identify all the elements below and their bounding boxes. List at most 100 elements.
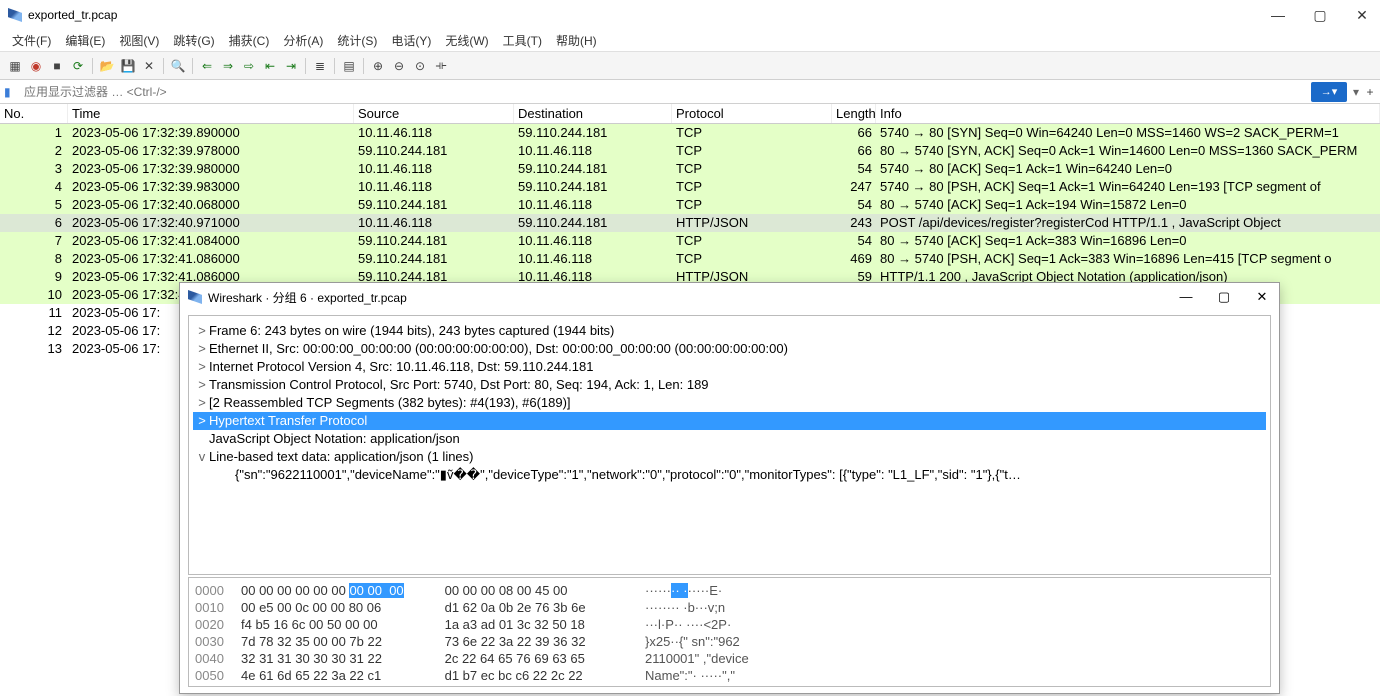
menu-item[interactable]: 编辑(E) (59, 30, 111, 51)
col-header-source[interactable]: Source (354, 104, 514, 123)
packet-row[interactable]: 62023-05-06 17:32:40.97100010.11.46.1185… (0, 214, 1380, 232)
display-filter-input[interactable] (18, 83, 1311, 101)
filter-dropdown-icon[interactable]: ▾ (1349, 85, 1363, 99)
menu-item[interactable]: 帮助(H) (550, 30, 603, 51)
stop-capture-icon[interactable]: ■ (48, 57, 66, 75)
filter-add-button[interactable]: + (1363, 85, 1377, 99)
tree-row[interactable]: >Hypertext Transfer Protocol (193, 412, 1266, 430)
col-header-time[interactable]: Time (68, 104, 354, 123)
col-header-destination[interactable]: Destination (514, 104, 672, 123)
cell: 1 (0, 124, 68, 142)
go-to-icon[interactable]: ⇨ (240, 57, 258, 75)
go-forward-icon[interactable]: ⇒ (219, 57, 237, 75)
cell: 5 (0, 196, 68, 214)
hex-row[interactable]: 00504e 61 6d 65 22 3a 22 c1 d1 b7 ec bc … (195, 667, 1264, 684)
menu-item[interactable]: 工具(T) (497, 30, 548, 51)
menu-item[interactable]: 捕获(C) (223, 30, 276, 51)
protocol-tree[interactable]: >Frame 6: 243 bytes on wire (1944 bits),… (188, 315, 1271, 575)
save-file-icon[interactable]: 💾 (119, 57, 137, 75)
menu-item[interactable]: 视图(V) (113, 30, 165, 51)
tree-caret-icon[interactable]: v (195, 448, 209, 466)
tree-row[interactable]: >Internet Protocol Version 4, Src: 10.11… (193, 358, 1266, 376)
cell: 66 (832, 142, 876, 160)
open-file-icon[interactable]: 📂 (98, 57, 116, 75)
cell: 2 (0, 142, 68, 160)
tree-row[interactable]: >[2 Reassembled TCP Segments (382 bytes)… (193, 394, 1266, 412)
auto-scroll-icon[interactable]: ≣ (311, 57, 329, 75)
zoom-in-icon[interactable]: ⊕ (369, 57, 387, 75)
hex-row[interactable]: 00307d 78 32 35 00 00 7b 22 73 6e 22 3a … (195, 633, 1264, 650)
zoom-out-icon[interactable]: ⊖ (390, 57, 408, 75)
hex-row[interactable]: 000000 00 00 00 00 00 00 00 00 00 00 00 … (195, 582, 1264, 599)
restart-capture-icon[interactable]: ⟳ (69, 57, 87, 75)
resize-columns-icon[interactable]: ⟛ (432, 57, 450, 75)
close-file-icon[interactable]: ✕ (140, 57, 158, 75)
menu-item[interactable]: 统计(S) (331, 30, 383, 51)
tree-label: Line-based text data: application/json (… (209, 448, 474, 466)
tree-caret-icon[interactable]: > (195, 376, 209, 394)
go-first-icon[interactable]: ⇤ (261, 57, 279, 75)
hex-row[interactable]: 0020f4 b5 16 6c 00 50 00 00 1a a3 ad 01 … (195, 616, 1264, 633)
tree-row[interactable]: JavaScript Object Notation: application/… (193, 430, 1266, 448)
cell: 2023-05-06 17:32:41.086000 (68, 250, 354, 268)
tree-caret-icon[interactable]: > (195, 412, 209, 430)
packet-row[interactable]: 12023-05-06 17:32:39.89000010.11.46.1185… (0, 124, 1380, 142)
hex-row[interactable]: 004032 31 31 30 30 30 31 22 2c 22 64 65 … (195, 650, 1264, 667)
menu-item[interactable]: 文件(F) (6, 30, 57, 51)
detail-close-button[interactable]: ✕ (1253, 289, 1271, 305)
cell: 10.11.46.118 (354, 214, 514, 232)
tree-label: Internet Protocol Version 4, Src: 10.11.… (209, 358, 593, 376)
menu-item[interactable]: 分析(A) (277, 30, 329, 51)
col-header-protocol[interactable]: Protocol (672, 104, 832, 123)
tree-label: [2 Reassembled TCP Segments (382 bytes):… (209, 394, 571, 412)
packet-row[interactable]: 52023-05-06 17:32:40.06800059.110.244.18… (0, 196, 1380, 214)
tree-label: {"sn":"9622110001","deviceName":"▮ṽ��","… (235, 466, 1021, 484)
find-icon[interactable]: 🔍 (169, 57, 187, 75)
menu-item[interactable]: 跳转(G) (167, 30, 220, 51)
packet-row[interactable]: 22023-05-06 17:32:39.97800059.110.244.18… (0, 142, 1380, 160)
cell: 10.11.46.118 (354, 124, 514, 142)
col-header-info[interactable]: Info (876, 104, 1380, 123)
tree-caret-icon[interactable]: > (195, 394, 209, 412)
tree-caret-icon[interactable]: > (195, 340, 209, 358)
interfaces-icon[interactable]: ▦ (6, 57, 24, 75)
tree-caret-icon[interactable]: > (195, 358, 209, 376)
cell: 10.11.46.118 (514, 250, 672, 268)
cell: 80 → 5740 [ACK] Seq=1 Ack=194 Win=15872 … (876, 196, 1380, 214)
close-button[interactable]: ✕ (1352, 7, 1372, 24)
packet-row[interactable]: 42023-05-06 17:32:39.98300010.11.46.1185… (0, 178, 1380, 196)
detail-maximize-button[interactable]: ▢ (1215, 289, 1233, 305)
col-header-length[interactable]: Length (832, 104, 876, 123)
cell: 12 (0, 322, 68, 340)
hex-bytes: d1 62 0a 0b 2e 76 3b 6e (441, 599, 645, 616)
tree-row[interactable]: >Frame 6: 243 bytes on wire (1944 bits),… (193, 322, 1266, 340)
minimize-button[interactable]: — (1268, 7, 1288, 24)
tree-row[interactable]: {"sn":"9622110001","deviceName":"▮ṽ��","… (193, 466, 1266, 484)
tree-caret-icon[interactable]: > (195, 322, 209, 340)
detail-window-title: Wireshark · 分组 6 · exported_tr.pcap (208, 289, 1177, 306)
bookmark-icon[interactable]: ▮ (0, 85, 18, 99)
hex-bytes: 00 e5 00 0c 00 00 80 06 (241, 599, 441, 616)
col-header-no[interactable]: No. (0, 104, 68, 123)
apply-filter-button[interactable]: →▾ (1311, 82, 1347, 102)
cell: 5740 → 80 [ACK] Seq=1 Ack=1 Win=64240 Le… (876, 160, 1380, 178)
go-last-icon[interactable]: ⇥ (282, 57, 300, 75)
tree-row[interactable]: vLine-based text data: application/json … (193, 448, 1266, 466)
tree-row[interactable]: >Ethernet II, Src: 00:00:00_00:00:00 (00… (193, 340, 1266, 358)
tree-row[interactable]: >Transmission Control Protocol, Src Port… (193, 376, 1266, 394)
packet-row[interactable]: 72023-05-06 17:32:41.08400059.110.244.18… (0, 232, 1380, 250)
menu-item[interactable]: 无线(W) (439, 30, 494, 51)
hex-dump[interactable]: 000000 00 00 00 00 00 00 00 00 00 00 00 … (188, 577, 1271, 687)
start-capture-icon[interactable]: ◉ (27, 57, 45, 75)
maximize-button[interactable]: ▢ (1310, 7, 1330, 24)
hex-row[interactable]: 001000 e5 00 0c 00 00 80 06 d1 62 0a 0b … (195, 599, 1264, 616)
menu-item[interactable]: 电话(Y) (385, 30, 437, 51)
hex-offset: 0020 (195, 616, 241, 633)
zoom-reset-icon[interactable]: ⊙ (411, 57, 429, 75)
cell: 10 (0, 286, 68, 304)
detail-minimize-button[interactable]: — (1177, 289, 1195, 305)
go-back-icon[interactable]: ⇐ (198, 57, 216, 75)
colorize-icon[interactable]: ▤ (340, 57, 358, 75)
packet-row[interactable]: 82023-05-06 17:32:41.08600059.110.244.18… (0, 250, 1380, 268)
packet-row[interactable]: 32023-05-06 17:32:39.98000010.11.46.1185… (0, 160, 1380, 178)
